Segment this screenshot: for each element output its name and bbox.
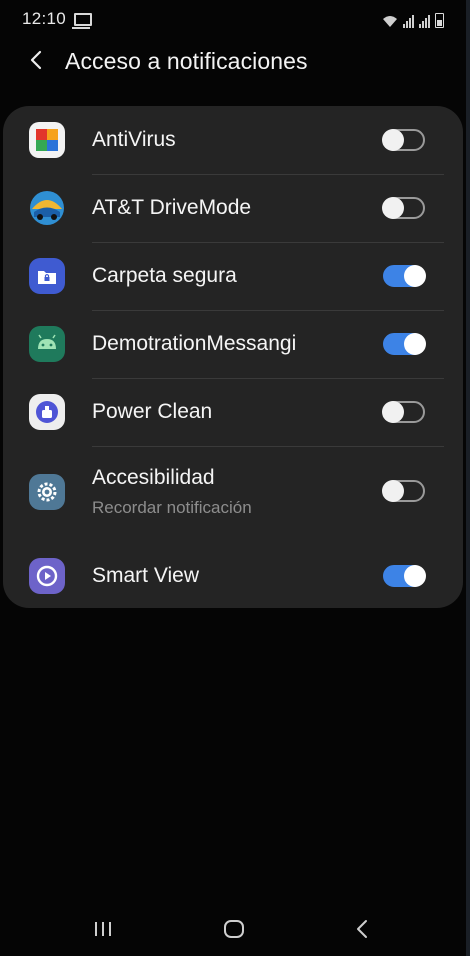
back-arrow-icon	[30, 50, 42, 70]
wifi-icon	[382, 14, 398, 28]
status-bar: 12:10	[0, 4, 466, 32]
recents-button[interactable]	[92, 918, 114, 945]
drivemode-icon	[28, 189, 66, 227]
app-row-att-drivemode[interactable]: AT&T DriveMode	[3, 174, 463, 242]
app-label: Smart View	[92, 564, 199, 587]
antivirus-icon	[28, 121, 66, 159]
app-label: Power Clean	[92, 400, 213, 423]
toggle-switch[interactable]	[382, 129, 425, 151]
toggle-switch[interactable]	[383, 565, 426, 587]
toggle-switch[interactable]	[382, 480, 425, 502]
signal-icon	[403, 15, 414, 28]
navigation-bar	[0, 900, 466, 956]
back-button[interactable]	[22, 46, 52, 76]
app-label: Carpeta segura	[92, 264, 237, 287]
smart-view-icon	[28, 557, 66, 595]
app-row-accesibilidad[interactable]: Accesibilidad Recordar notificación	[3, 446, 463, 534]
toggle-switch[interactable]	[382, 401, 425, 423]
app-label: AntiVirus	[92, 128, 176, 151]
android-icon	[28, 325, 66, 363]
app-sublabel: Recordar notificación	[92, 498, 252, 517]
secure-folder-icon	[28, 257, 66, 295]
screen-cast-icon	[72, 13, 92, 29]
page-title: Acceso a notificaciones	[65, 48, 308, 74]
app-row-demotrationmessangi[interactable]: DemotrationMessangi	[3, 310, 463, 378]
battery-icon	[435, 13, 444, 28]
header: Acceso a notificaciones	[0, 40, 466, 86]
app-label: Accesibilidad	[92, 466, 215, 489]
nav-back-button[interactable]	[352, 918, 374, 945]
notification-access-list: AntiVirus AT&T DriveMode Carpeta segura …	[3, 106, 463, 608]
recents-icon	[95, 922, 111, 936]
toggle-switch[interactable]	[382, 197, 425, 219]
toggle-switch[interactable]	[383, 333, 426, 355]
app-row-smart-view[interactable]: Smart View	[3, 540, 463, 608]
power-clean-icon	[28, 393, 66, 431]
app-row-antivirus[interactable]: AntiVirus	[3, 106, 463, 174]
settings-gear-icon	[28, 473, 66, 511]
signal-icon	[419, 15, 430, 28]
status-time: 12:10	[22, 9, 67, 28]
app-row-power-clean[interactable]: Power Clean	[3, 378, 463, 446]
home-button[interactable]	[222, 918, 246, 945]
toggle-switch[interactable]	[383, 265, 426, 287]
phone-screen: 12:10 Acceso a notificaciones AntiVirus …	[0, 0, 470, 956]
app-label: DemotrationMessangi	[92, 332, 297, 355]
app-label: AT&T DriveMode	[92, 196, 252, 219]
status-icons	[382, 10, 444, 28]
home-icon	[224, 920, 244, 938]
back-icon	[357, 920, 367, 938]
app-row-carpeta-segura[interactable]: Carpeta segura	[3, 242, 463, 310]
